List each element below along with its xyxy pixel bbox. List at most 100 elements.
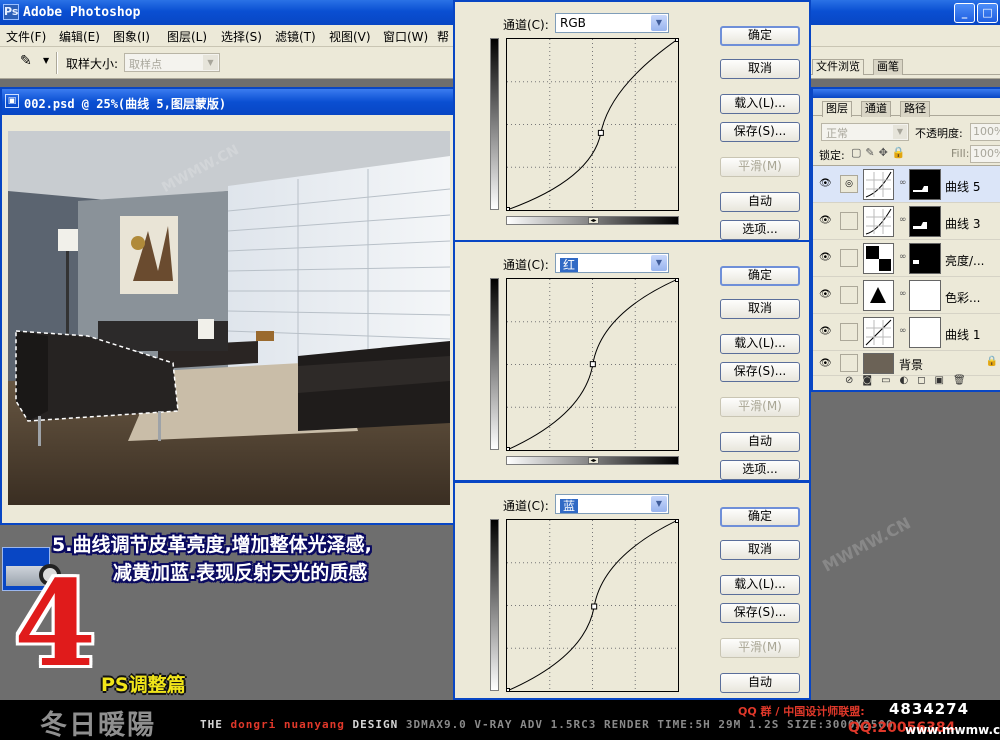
curve-graph[interactable]: [504, 36, 681, 213]
smooth-button: 平滑(M): [720, 638, 800, 658]
ok-button[interactable]: 确定: [720, 266, 800, 286]
tab-file-browser[interactable]: 文件浏览: [812, 59, 864, 75]
link-box[interactable]: [840, 249, 858, 267]
layer-row[interactable]: 👁 ∞ 亮度/...: [813, 240, 1000, 277]
tab-paths[interactable]: 路径: [900, 101, 930, 117]
load-button[interactable]: 载入(L)...: [720, 334, 800, 354]
menu-select[interactable]: 选择(S): [221, 28, 262, 45]
layer-row[interactable]: 👁 ∞ 曲线 3: [813, 203, 1000, 240]
menu-file[interactable]: 文件(F): [6, 28, 46, 45]
menu-layer[interactable]: 图层(L): [167, 28, 207, 45]
curve-plot[interactable]: [504, 517, 681, 694]
tool-preset-arrow-icon[interactable]: ▼: [43, 56, 49, 65]
banner-credits: THE dongri nuanyang DESIGN 3DMAX9.0 V-RA…: [200, 718, 894, 731]
document-titlebar[interactable]: ▣ 002.psd @ 25%(曲线 5,图层蒙版): [2, 89, 453, 115]
document-canvas[interactable]: MWMW.CN: [8, 131, 450, 505]
eye-icon[interactable]: 👁: [819, 289, 832, 300]
eyedropper-icon[interactable]: ✎: [20, 53, 32, 69]
layer-mask-thumbnail[interactable]: [909, 243, 941, 274]
blend-mode-select[interactable]: 正常 ▼: [821, 123, 909, 141]
curve-control-point[interactable]: [504, 688, 510, 694]
curves-dialog-rgb: 通道(C): RGB ▼ ◂▸ 确定 取消 载入(L)... 保存(S)... …: [453, 0, 811, 242]
layer-row[interactable]: 👁 ◎ ∞ 曲线 5: [813, 166, 1000, 203]
minimize-button[interactable]: _: [954, 3, 975, 23]
eye-icon[interactable]: 👁: [819, 358, 832, 369]
gradient-toggle-icon[interactable]: ◂▸: [588, 217, 599, 224]
menu-edit[interactable]: 编辑(E): [59, 28, 100, 45]
layer-row[interactable]: 👁 ∞ 色彩...: [813, 277, 1000, 314]
brush-icon[interactable]: ◎: [840, 175, 858, 193]
chain-icon[interactable]: ∞: [899, 289, 907, 299]
palette-titlebar[interactable]: [813, 89, 1000, 98]
save-button[interactable]: 保存(S)...: [720, 362, 800, 382]
menu-filter[interactable]: 滤镜(T): [275, 28, 316, 45]
layer-mask-thumbnail[interactable]: [909, 280, 941, 311]
menu-image[interactable]: 图象(I): [113, 28, 150, 45]
curve-control-point[interactable]: [504, 447, 510, 453]
curve-graph[interactable]: [504, 517, 681, 694]
eye-icon[interactable]: 👁: [819, 178, 832, 189]
curve-control-point[interactable]: [591, 603, 598, 610]
channel-select[interactable]: 红 ▼: [555, 253, 669, 273]
sample-size-select[interactable]: 取样点 ▼: [124, 53, 220, 72]
auto-button[interactable]: 自动: [720, 673, 800, 693]
link-box[interactable]: [840, 212, 858, 230]
options-button[interactable]: 选项...: [720, 220, 800, 240]
menu-window[interactable]: 窗口(W): [383, 28, 428, 45]
auto-button[interactable]: 自动: [720, 432, 800, 452]
link-box[interactable]: [840, 286, 858, 304]
chain-icon[interactable]: ∞: [899, 252, 907, 262]
tone-curve[interactable]: [506, 38, 679, 211]
fill-field[interactable]: 100%: [970, 145, 1000, 163]
layer-mask-thumbnail[interactable]: [909, 317, 941, 348]
maximize-button[interactable]: □: [977, 3, 998, 23]
tab-layers[interactable]: 图层: [822, 101, 852, 117]
curve-control-point[interactable]: [675, 517, 681, 523]
menu-help[interactable]: 帮: [437, 28, 449, 45]
curve-plot[interactable]: [504, 276, 681, 453]
palette-footer-icons[interactable]: ⊘◙▭◐◻▣🗑: [813, 371, 1000, 390]
load-button[interactable]: 载入(L)...: [720, 94, 800, 114]
load-button[interactable]: 载入(L)...: [720, 575, 800, 595]
chain-icon[interactable]: ∞: [899, 326, 907, 336]
options-button[interactable]: 选项...: [720, 460, 800, 480]
input-gradient-bar[interactable]: ◂▸: [506, 456, 679, 465]
ok-button[interactable]: 确定: [720, 26, 800, 46]
layer-name: 亮度/...: [945, 254, 985, 268]
save-button[interactable]: 保存(S)...: [720, 122, 800, 142]
brightness-contrast-thumbnail: [863, 243, 894, 274]
channel-select[interactable]: RGB ▼: [555, 13, 669, 33]
chain-icon[interactable]: ∞: [899, 178, 907, 188]
eye-icon[interactable]: 👁: [819, 215, 832, 226]
tab-channels[interactable]: 通道: [861, 101, 891, 117]
chain-icon[interactable]: ∞: [899, 215, 907, 225]
curve-control-point[interactable]: [675, 36, 681, 42]
cancel-button[interactable]: 取消: [720, 59, 800, 79]
curve-control-point[interactable]: [597, 129, 604, 136]
cancel-button[interactable]: 取消: [720, 540, 800, 560]
curve-plot[interactable]: [504, 36, 681, 213]
channel-value: 红: [560, 258, 579, 272]
menu-view[interactable]: 视图(V): [329, 28, 371, 45]
cancel-button[interactable]: 取消: [720, 299, 800, 319]
curve-control-point[interactable]: [675, 276, 681, 282]
save-button[interactable]: 保存(S)...: [720, 603, 800, 623]
layer-mask-thumbnail[interactable]: [909, 169, 941, 200]
ok-button[interactable]: 确定: [720, 507, 800, 527]
gradient-toggle-icon[interactable]: ◂▸: [588, 457, 599, 464]
input-gradient-bar[interactable]: ◂▸: [506, 216, 679, 225]
eye-icon[interactable]: 👁: [819, 326, 832, 337]
curve-control-point[interactable]: [589, 361, 596, 368]
auto-button[interactable]: 自动: [720, 192, 800, 212]
curve-graph[interactable]: [504, 276, 681, 453]
channel-select[interactable]: 蓝 ▼: [555, 494, 669, 514]
tab-brushes[interactable]: 画笔: [873, 59, 903, 75]
link-box[interactable]: [840, 323, 858, 341]
opacity-field[interactable]: 100%: [970, 123, 1000, 141]
layer-row[interactable]: 👁 ∞ 曲线 1: [813, 314, 1000, 351]
layer-mask-thumbnail[interactable]: [909, 206, 941, 237]
eye-icon[interactable]: 👁: [819, 252, 832, 263]
link-box[interactable]: [840, 354, 858, 372]
curve-control-point[interactable]: [504, 207, 510, 213]
lock-options-icon[interactable]: ▢✎✥🔒: [851, 146, 910, 159]
